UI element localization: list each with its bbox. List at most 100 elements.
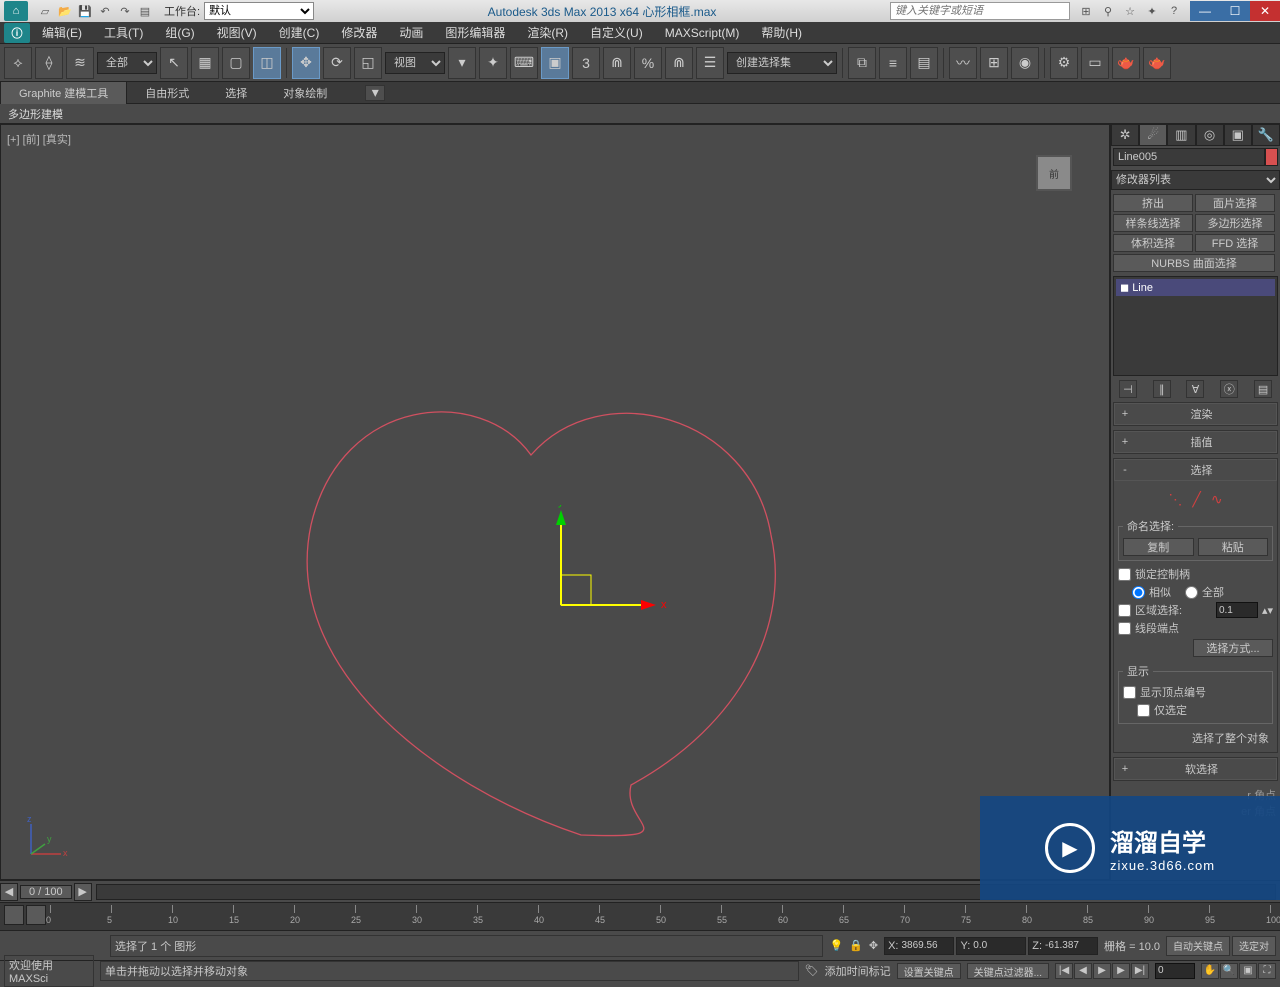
paste-button[interactable]: 粘贴	[1198, 538, 1269, 556]
minimize-button[interactable]: —	[1190, 1, 1220, 21]
curve-editor-icon[interactable]: 〰	[949, 47, 977, 79]
mod-extrude[interactable]: 挤出	[1113, 194, 1193, 212]
pan-icon[interactable]: ✋	[1201, 963, 1219, 979]
favorite-icon[interactable]: ✦	[1142, 2, 1162, 20]
menu-tools[interactable]: 工具(T)	[94, 22, 153, 43]
menu-customize[interactable]: 自定义(U)	[580, 22, 653, 43]
lock-icon[interactable]: 💡	[829, 939, 843, 952]
segment-subobj-icon[interactable]: ╱	[1192, 491, 1200, 508]
edged-faces-icon[interactable]: ⋒	[665, 47, 693, 79]
viewcube[interactable]: 前	[1029, 155, 1079, 205]
key-mode-1-icon[interactable]	[4, 905, 24, 925]
menu-views[interactable]: 视图(V)	[207, 22, 267, 43]
tab-hierarchy-icon[interactable]: ▥	[1167, 124, 1195, 146]
menu-grapheditors[interactable]: 图形编辑器	[435, 22, 515, 43]
viewport-label[interactable]: [+] [前] [真实]	[7, 131, 71, 147]
key-filters-button[interactable]: 关键点过滤器...	[967, 963, 1049, 979]
scale-icon[interactable]: ◱	[354, 47, 382, 79]
mirror-icon[interactable]: ⧉	[848, 47, 876, 79]
add-time-tag[interactable]: 添加时间标记	[825, 963, 891, 979]
tab-modify-icon[interactable]: ☄	[1139, 124, 1167, 146]
search-input[interactable]	[890, 2, 1070, 20]
material-editor-icon[interactable]: ◉	[1011, 47, 1039, 79]
current-frame-input[interactable]	[1155, 963, 1195, 979]
mod-ffdsel[interactable]: FFD 选择	[1195, 234, 1275, 252]
next-key-icon[interactable]: ▶	[1112, 963, 1130, 979]
manipulate-icon[interactable]: ✦	[479, 47, 507, 79]
select-icon[interactable]: ↖	[160, 47, 188, 79]
select-name-icon[interactable]: ▦	[191, 47, 219, 79]
render-setup-icon[interactable]: ⚙	[1050, 47, 1078, 79]
tab-utilities-icon[interactable]: 🔧	[1252, 124, 1280, 146]
close-button[interactable]: ✕	[1250, 1, 1280, 21]
y-input[interactable]	[973, 940, 1025, 951]
timeline-ruler[interactable]: 0510152025303540455055606570758085909510…	[0, 902, 1280, 930]
only-selected-checkbox[interactable]	[1137, 704, 1150, 717]
menu-animation[interactable]: 动画	[389, 22, 433, 43]
ref-coord-dropdown[interactable]: 视图	[385, 52, 445, 74]
bind-icon[interactable]: ≋	[66, 47, 94, 79]
viewcube-face[interactable]: 前	[1036, 155, 1072, 191]
open-icon[interactable]: 📂	[56, 2, 74, 20]
maximize-button[interactable]: ☐	[1220, 1, 1250, 21]
prev-key-icon[interactable]: ◀	[1074, 963, 1092, 979]
maximize-vp-icon[interactable]: ⛶	[1258, 963, 1276, 979]
render-icon[interactable]: 🫖	[1112, 47, 1140, 79]
area-select-checkbox[interactable]	[1118, 604, 1131, 617]
undo-icon[interactable]: ↶	[96, 2, 114, 20]
absolute-mode-icon[interactable]: ✥	[869, 939, 878, 952]
named-selection-dropdown[interactable]: 创建选择集	[727, 52, 837, 74]
lock-handles-checkbox[interactable]	[1118, 568, 1131, 581]
percent-snap-icon[interactable]: ⋒	[603, 47, 631, 79]
move-gizmo[interactable]: x y	[541, 505, 681, 648]
project-icon[interactable]: ▤	[136, 2, 154, 20]
all-radio[interactable]	[1185, 586, 1198, 599]
vertex-subobj-icon[interactable]: ⋱	[1168, 491, 1182, 508]
modifier-list-dropdown[interactable]: 修改器列表	[1111, 170, 1280, 190]
spline-subobj-icon[interactable]: ∿	[1211, 491, 1223, 508]
rotate-icon[interactable]: ⟳	[323, 47, 351, 79]
pin-stack-icon[interactable]: ⊣	[1119, 380, 1137, 398]
z-input[interactable]	[1045, 940, 1097, 951]
goto-end-icon[interactable]: ▶|	[1131, 963, 1149, 979]
save-icon[interactable]: 💾	[76, 2, 94, 20]
mod-patchsel[interactable]: 面片选择	[1195, 194, 1275, 212]
menu-modifiers[interactable]: 修改器	[331, 22, 387, 43]
copy-button[interactable]: 复制	[1123, 538, 1194, 556]
app-icon[interactable]: ⌂	[4, 1, 28, 21]
menu-help[interactable]: 帮助(H)	[751, 22, 812, 43]
keyboard-shortcut-icon[interactable]: ⌨	[510, 47, 538, 79]
time-tag-icon[interactable]: 🏷	[805, 964, 819, 977]
remove-mod-icon[interactable]: ⓧ	[1220, 380, 1238, 398]
mod-volsel[interactable]: 体积选择	[1113, 234, 1193, 252]
menu-create[interactable]: 创建(C)	[269, 22, 330, 43]
menu-group[interactable]: 组(G)	[155, 22, 204, 43]
show-vtx-num-checkbox[interactable]	[1123, 686, 1136, 699]
object-color-swatch[interactable]	[1265, 148, 1278, 166]
tab-create-icon[interactable]: ✲	[1111, 124, 1139, 146]
zoom-ext-icon[interactable]: ▣	[1239, 963, 1257, 979]
similar-radio[interactable]	[1132, 586, 1145, 599]
prev-frame-icon[interactable]: ◀	[0, 883, 18, 901]
modifier-stack[interactable]: ◼ Line	[1113, 276, 1278, 376]
menu-edit[interactable]: 编辑(E)	[32, 22, 92, 43]
window-crossing-icon[interactable]: ◫	[253, 47, 281, 79]
move-icon[interactable]: ✥	[292, 47, 320, 79]
mod-nurbssel[interactable]: NURBS 曲面选择	[1113, 254, 1275, 272]
spinner-snap-icon[interactable]: %	[634, 47, 662, 79]
mod-polysel[interactable]: 多边形选择	[1195, 214, 1275, 232]
viewport[interactable]: [+] [前] [真实] 前 x y x z	[0, 124, 1110, 880]
x-input[interactable]	[901, 940, 953, 951]
rollout-softsel-header[interactable]: +软选择	[1114, 758, 1277, 780]
star-icon[interactable]: ☆	[1120, 2, 1140, 20]
segment-end-checkbox[interactable]	[1118, 622, 1131, 635]
schematic-icon[interactable]: ⊞	[980, 47, 1008, 79]
link-icon[interactable]: ⟡	[4, 47, 32, 79]
help-icon[interactable]: ?	[1164, 2, 1184, 20]
play-icon[interactable]: ▶	[1093, 963, 1111, 979]
key-mode-2-icon[interactable]	[26, 905, 46, 925]
layers-icon[interactable]: ▤	[910, 47, 938, 79]
angle-snap-icon[interactable]: 3	[572, 47, 600, 79]
ribbon-tab-objectpaint[interactable]: 对象绘制	[265, 82, 345, 104]
stack-item-line[interactable]: ◼ Line	[1116, 279, 1275, 296]
